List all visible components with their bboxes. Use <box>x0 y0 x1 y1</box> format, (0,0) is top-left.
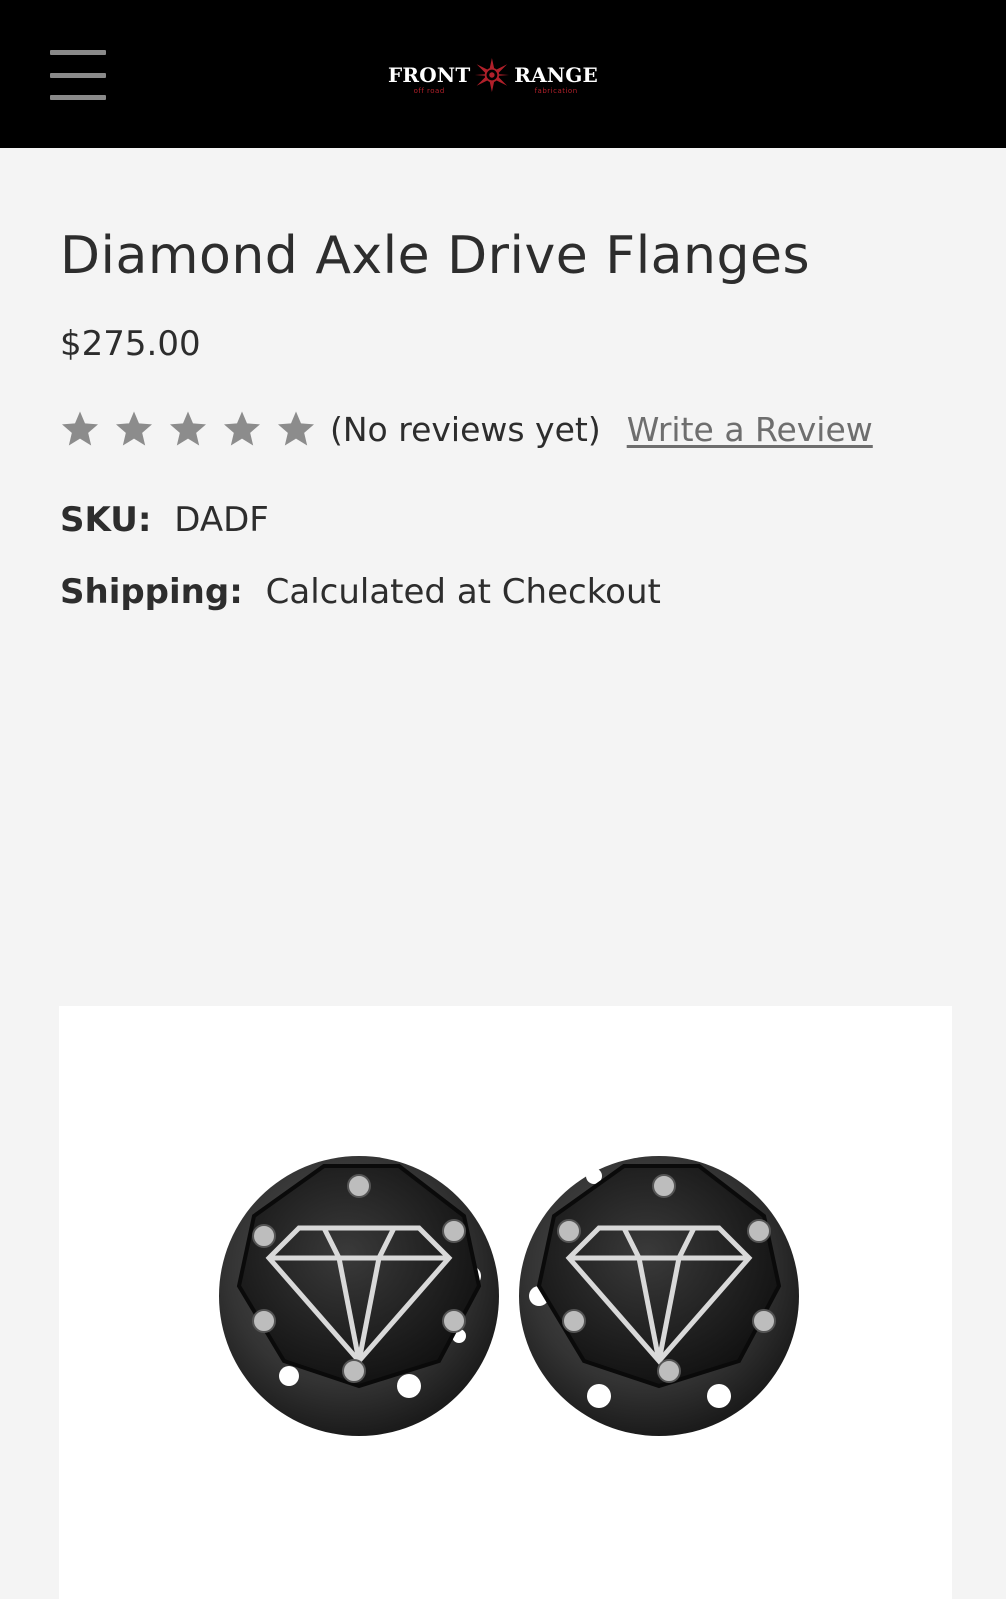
rating-stars <box>60 409 316 449</box>
product-title: Diamond Axle Drive Flanges <box>60 226 811 286</box>
star-icon <box>224 411 260 446</box>
logo-subtext-right: fabrication <box>534 87 578 95</box>
shipping-row: Shipping: Calculated at Checkout <box>60 572 661 612</box>
rating-row: (No reviews yet) Write a Review <box>60 404 873 454</box>
product-photo-flanges <box>219 1156 799 1436</box>
shipping-label: Shipping: <box>60 572 243 612</box>
reviews-count-text: (No reviews yet) <box>330 409 601 449</box>
product-price: $275.00 <box>60 324 201 364</box>
logo-subtext-left: off road <box>413 87 445 95</box>
menu-line <box>50 72 106 78</box>
sku-value: DADF <box>174 500 269 540</box>
star-icon <box>116 411 152 446</box>
shipping-value: Calculated at Checkout <box>265 572 661 612</box>
write-review-link[interactable]: Write a Review <box>627 410 873 449</box>
compass-star-icon <box>475 57 510 93</box>
menu-line <box>50 50 106 55</box>
logo-word-front: FRONT off road <box>388 63 471 95</box>
hamburger-menu-icon[interactable] <box>50 50 106 100</box>
sku-row: SKU: DADF <box>60 500 269 540</box>
top-navigation-bar: FRONT off road RANGE fabrication <box>0 0 1006 148</box>
star-icon <box>62 411 98 446</box>
store-logo[interactable]: FRONT off road RANGE fabrication <box>388 52 598 98</box>
menu-line <box>50 95 106 100</box>
star-icon <box>278 411 314 446</box>
logo-word-range: RANGE fabrication <box>514 63 598 95</box>
sku-label: SKU: <box>60 500 152 540</box>
product-image[interactable] <box>59 1006 952 1599</box>
star-icon <box>170 411 206 446</box>
